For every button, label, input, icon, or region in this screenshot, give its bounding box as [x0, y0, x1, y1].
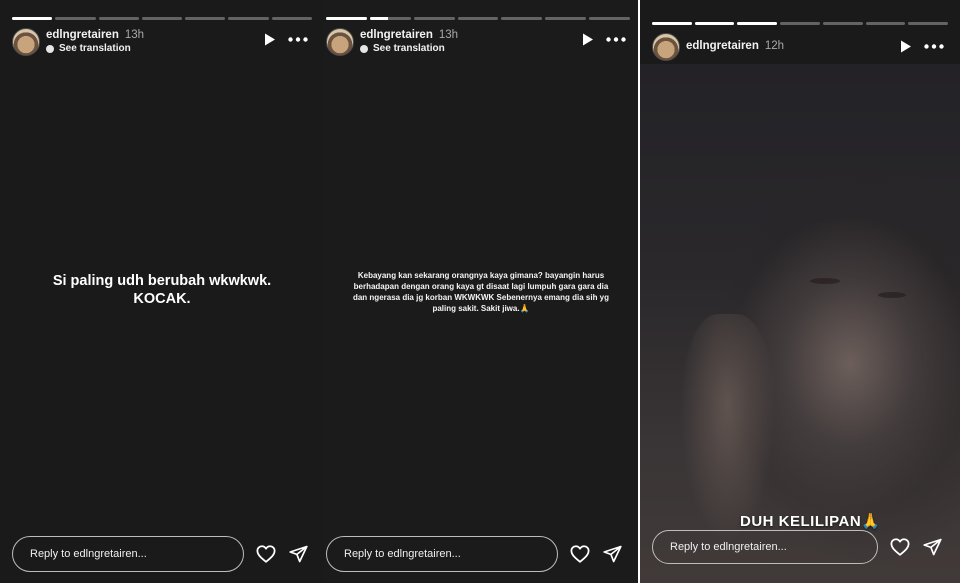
username[interactable]: edlngretairen 13h [46, 29, 144, 41]
story-panel-3: edlngretairen 12h DUH KELILIPAN🙏 [640, 0, 960, 583]
progress-segment [457, 17, 499, 20]
see-translation-link[interactable]: See translation [46, 43, 131, 54]
send-icon [288, 545, 308, 563]
username[interactable]: edlngretairen 12h [686, 40, 784, 52]
like-button[interactable] [889, 536, 911, 558]
like-button[interactable] [569, 543, 591, 565]
play-icon [583, 33, 593, 45]
story-caption: DUH KELILIPAN🙏 [740, 513, 881, 530]
heart-icon [570, 545, 590, 563]
story-progress-bar [652, 22, 949, 25]
progress-segment [545, 17, 587, 20]
play-button[interactable] [264, 32, 278, 46]
progress-segment [55, 17, 96, 20]
story-text: Si paling udh berubah wkwkwk. KOCAK. [52, 273, 272, 307]
reply-input[interactable] [326, 536, 558, 572]
reply-input[interactable] [652, 530, 878, 564]
hand-shape [680, 314, 775, 544]
avatar[interactable] [12, 28, 40, 56]
story-header: edlngretairen 13h See translation [12, 28, 312, 60]
story-text: Kebayang kan sekarang orangnya kaya gima… [352, 271, 610, 313]
avatar[interactable] [326, 28, 354, 56]
post-time: 12h [764, 40, 785, 52]
progress-segment [12, 17, 53, 20]
progress-segment [185, 17, 226, 20]
post-time: 13h [124, 29, 145, 41]
post-time: 13h [438, 29, 459, 41]
more-horizontal-icon [606, 36, 626, 42]
progress-segment [228, 17, 269, 20]
story-progress-bar [326, 17, 631, 20]
eye-right [878, 292, 906, 298]
like-button[interactable] [255, 543, 277, 565]
more-options-button[interactable] [606, 32, 628, 46]
play-button[interactable] [900, 39, 914, 53]
play-button[interactable] [582, 32, 596, 46]
more-horizontal-icon [288, 36, 308, 42]
progress-segment [141, 17, 183, 20]
progress-segment [369, 17, 411, 20]
progress-segment [271, 17, 312, 20]
avatar[interactable] [652, 33, 680, 61]
progress-segment [589, 17, 631, 20]
globe-icon [46, 44, 54, 53]
progress-segment [413, 17, 455, 20]
progress-segment [326, 17, 367, 20]
story-panel-2: edlngretairen 13h See translation Kebayan… [324, 0, 638, 583]
story-panel-1: edlngretairen 13h See translation Si pali… [0, 0, 324, 583]
share-button[interactable] [921, 536, 943, 558]
progress-segment [694, 22, 735, 25]
progress-segment [780, 22, 820, 25]
story-photo [640, 64, 960, 583]
story-progress-bar [12, 17, 312, 20]
more-options-button[interactable] [288, 32, 310, 46]
progress-segment [737, 22, 778, 25]
progress-segment [501, 17, 543, 20]
send-icon [602, 545, 622, 563]
play-icon [901, 40, 911, 52]
story-header: edlngretairen 12h [652, 33, 948, 65]
progress-segment [865, 22, 906, 25]
progress-segment [98, 17, 139, 20]
reply-input[interactable] [12, 536, 244, 572]
eye-left [810, 278, 840, 284]
play-icon [265, 33, 275, 45]
progress-segment [822, 22, 863, 25]
globe-icon [360, 44, 368, 53]
heart-icon [890, 538, 910, 556]
progress-segment [652, 22, 692, 25]
see-translation-link[interactable]: See translation [360, 43, 445, 54]
progress-segment [908, 22, 949, 25]
story-header: edlngretairen 13h See translation [326, 28, 630, 60]
username[interactable]: edlngretairen 13h [360, 29, 458, 41]
share-button[interactable] [287, 543, 309, 565]
heart-icon [256, 545, 276, 563]
more-options-button[interactable] [924, 39, 946, 53]
share-button[interactable] [601, 543, 623, 565]
more-horizontal-icon [924, 43, 944, 49]
send-icon [922, 538, 942, 556]
